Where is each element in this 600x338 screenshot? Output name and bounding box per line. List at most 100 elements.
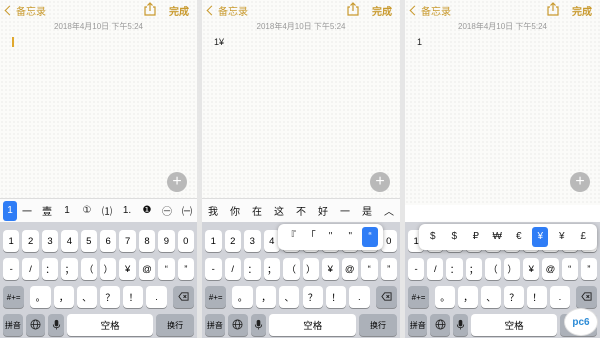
space-key[interactable]: 空格	[269, 314, 357, 336]
symbol-key[interactable]: ”	[177, 258, 194, 280]
digit-key[interactable]: 0	[177, 230, 194, 252]
symbol-key[interactable]: ）	[302, 258, 319, 280]
back-button[interactable]: 备忘录	[4, 3, 46, 18]
symbol-key[interactable]: “	[158, 258, 175, 280]
punctuation-key[interactable]: ！	[325, 286, 347, 308]
candidate[interactable]: ⑴	[97, 203, 117, 218]
microphone-key[interactable]	[48, 314, 65, 336]
back-button[interactable]: 备忘录	[409, 3, 451, 18]
input-mode-key[interactable]: 拼音	[205, 314, 225, 336]
candidate[interactable]: 这	[268, 203, 290, 218]
popup-key[interactable]: ¥	[532, 227, 549, 247]
popup-key[interactable]: “	[362, 227, 379, 247]
symbol-key[interactable]: （	[484, 258, 501, 280]
candidate[interactable]: ㊀	[157, 203, 177, 218]
chevron-up-icon[interactable]: ︿	[378, 203, 400, 218]
symbol-key[interactable]: -	[408, 258, 425, 280]
symbol-key[interactable]: -	[205, 258, 222, 280]
candidate[interactable]: 在	[246, 203, 268, 218]
candidate[interactable]: ①	[77, 205, 97, 216]
digit-key[interactable]: 1	[3, 230, 20, 252]
candidate[interactable]: 是	[356, 203, 378, 218]
candidate[interactable]: 一	[334, 203, 356, 218]
digit-key[interactable]: 7	[119, 230, 136, 252]
globe-key[interactable]	[25, 314, 46, 336]
backspace-key[interactable]	[575, 286, 597, 308]
punctuation-key[interactable]: 、	[481, 286, 501, 308]
symbol-key[interactable]: “	[561, 258, 578, 280]
digit-key[interactable]: 3	[41, 230, 59, 252]
symbol-key[interactable]: ¥	[523, 258, 540, 280]
popup-key[interactable]: ¥	[554, 227, 570, 247]
symbol-key[interactable]: ）	[100, 258, 117, 280]
return-key[interactable]: 换行	[359, 314, 397, 336]
popup-key[interactable]: ₩	[489, 227, 505, 247]
punctuation-key[interactable]: ，	[458, 286, 478, 308]
symbol-key[interactable]: ）	[504, 258, 521, 280]
popup-key[interactable]: "	[342, 227, 358, 247]
punctuation-key[interactable]: .	[146, 286, 167, 308]
globe-key[interactable]	[430, 314, 450, 336]
popup-key[interactable]: £	[575, 227, 591, 247]
symbol-key[interactable]: ；	[465, 258, 482, 280]
popup-key[interactable]: $	[425, 227, 441, 247]
share-icon[interactable]	[346, 2, 360, 16]
punctuation-key[interactable]: 、	[279, 286, 300, 308]
space-key[interactable]: 空格	[471, 314, 557, 336]
digit-key[interactable]: 6	[100, 230, 117, 252]
space-key[interactable]: 空格	[67, 314, 154, 336]
done-button[interactable]: 完成	[572, 3, 592, 18]
candidate[interactable]: 壹	[37, 203, 57, 218]
more-symbols-key[interactable]: #+=	[408, 286, 430, 308]
symbol-key[interactable]: ：	[446, 258, 463, 280]
symbol-key[interactable]: @	[138, 258, 156, 280]
candidate[interactable]: 一	[17, 203, 37, 218]
punctuation-key[interactable]: 。	[232, 286, 253, 308]
popup-key[interactable]: "	[322, 227, 338, 247]
symbol-key[interactable]: ¥	[322, 258, 339, 280]
candidate[interactable]: 1	[57, 205, 77, 216]
symbol-key[interactable]: -	[3, 258, 20, 280]
symbol-key[interactable]: ”	[580, 258, 597, 280]
more-symbols-key[interactable]: #+=	[205, 286, 227, 308]
popup-key[interactable]: 『	[283, 227, 299, 247]
add-button[interactable]: +	[570, 172, 590, 192]
punctuation-key[interactable]: 。	[435, 286, 456, 308]
symbol-key[interactable]: （	[80, 258, 97, 280]
symbol-key[interactable]: “	[361, 258, 378, 280]
backspace-key[interactable]	[172, 286, 194, 308]
digit-key[interactable]: 8	[138, 230, 156, 252]
return-key[interactable]: 换行	[156, 314, 194, 336]
digit-key[interactable]: 2	[22, 230, 39, 252]
popup-key[interactable]: €	[511, 227, 527, 247]
symbol-key[interactable]: ；	[263, 258, 280, 280]
punctuation-key[interactable]: .	[349, 286, 370, 308]
globe-key[interactable]	[227, 314, 248, 336]
digit-key[interactable]: 1	[205, 230, 222, 252]
digit-key[interactable]: 4	[61, 230, 78, 252]
symbol-key[interactable]: ；	[61, 258, 78, 280]
popup-key[interactable]: 「	[303, 227, 319, 247]
symbol-key[interactable]: @	[341, 258, 358, 280]
done-button[interactable]: 完成	[372, 3, 392, 18]
microphone-key[interactable]	[250, 314, 267, 336]
popup-key[interactable]: $	[446, 227, 462, 247]
symbol-key[interactable]: /	[224, 258, 241, 280]
more-symbols-key[interactable]: #+=	[3, 286, 25, 308]
punctuation-key[interactable]: ！	[526, 286, 547, 308]
candidate[interactable]: ㈠	[177, 203, 197, 218]
note-area[interactable]: 备忘录 完成 2018年4月10日 下午5:24 1 +	[405, 0, 600, 205]
back-button[interactable]: 备忘录	[206, 3, 248, 18]
popup-key[interactable]: ₽	[468, 227, 484, 247]
done-button[interactable]: 完成	[169, 3, 189, 18]
microphone-key[interactable]	[452, 314, 469, 336]
symbol-key[interactable]: ”	[380, 258, 397, 280]
backspace-key[interactable]	[375, 286, 397, 308]
candidate[interactable]: 我	[202, 203, 224, 218]
symbol-key[interactable]: ¥	[119, 258, 136, 280]
punctuation-key[interactable]: ？	[100, 286, 121, 308]
candidate[interactable]: 1	[3, 200, 17, 221]
symbol-key[interactable]: ：	[41, 258, 59, 280]
input-mode-key[interactable]: 拼音	[3, 314, 23, 336]
note-area[interactable]: 备忘录 完成 2018年4月10日 下午5:24 1¥ +	[202, 0, 400, 205]
